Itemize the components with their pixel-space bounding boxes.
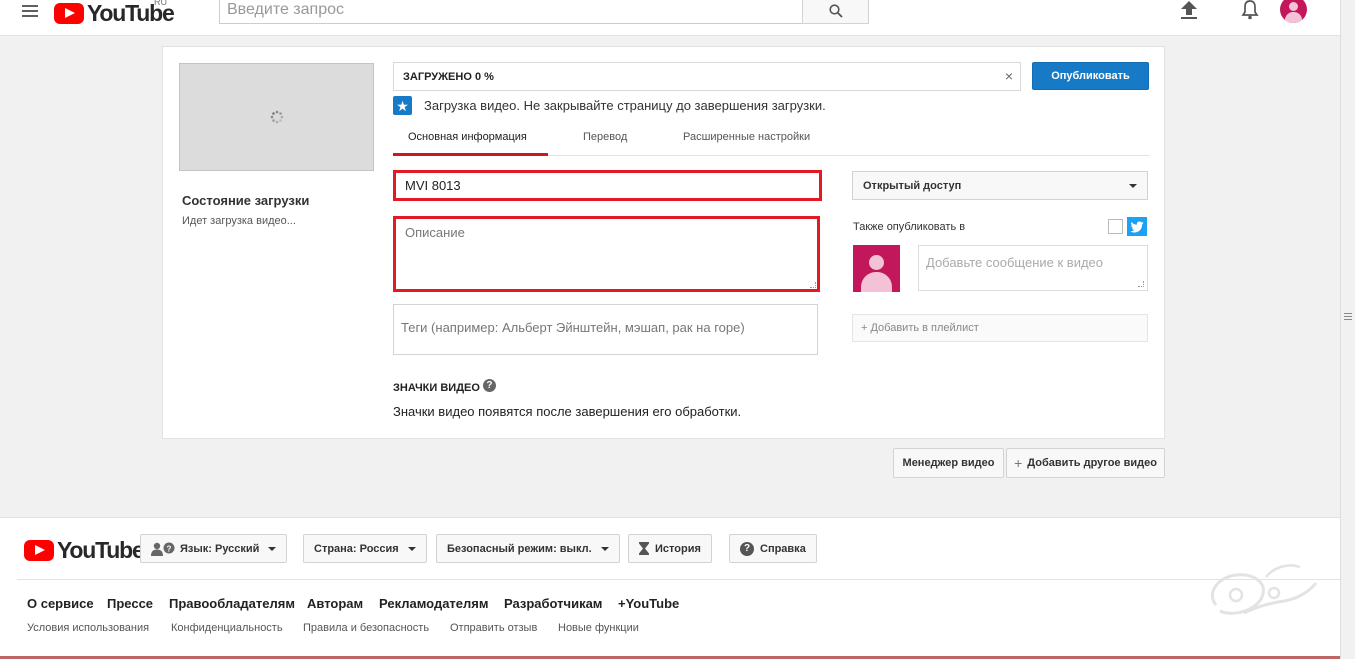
twitter-bird-icon [1130,221,1144,232]
description-textarea[interactable]: Описание [393,216,820,292]
hourglass-icon [639,542,649,555]
footer-link-copyright[interactable]: Правообладателям [169,596,295,611]
footer-link-new-features[interactable]: Новые функции [558,622,639,634]
add-another-label: Добавить другое видео [1027,457,1157,469]
footer-link-policy-safety[interactable]: Правила и безопасность [303,622,429,634]
upload-card: Состояние загрузки Идет загрузка видео..… [162,46,1165,439]
active-tab-indicator [393,153,548,156]
footer-link-plus-youtube[interactable]: +YouTube [618,596,679,611]
footer-youtube-logo[interactable]: YouTube [24,537,145,564]
help-label: Справка [760,542,806,555]
top-bar: YouTube RU Введите запрос [0,0,1340,36]
privacy-value: Открытый доступ [863,180,962,192]
thumbnails-heading: ЗНАЧКИ ВИДЕО? [393,379,496,394]
youtube-logo[interactable]: YouTube RU [54,0,175,27]
video-manager-button[interactable]: Менеджер видео [893,448,1004,478]
footer-link-terms[interactable]: Условия использования [27,622,149,634]
star-icon: ★ [393,96,412,115]
chevron-down-icon [407,546,416,551]
loading-spinner-icon [270,110,283,124]
menu-icon[interactable] [22,5,38,19]
footer: YouTube ? Язык: Русский Страна: Россия Б… [0,517,1340,659]
channel-avatar [853,245,900,292]
upload-tabs: Основная информация Перевод Расширенные … [393,129,1150,156]
tab-basic-info[interactable]: Основная информация [408,129,527,156]
add-another-video-button[interactable]: + Добавить другое видео [1006,448,1165,478]
safe-mode-select[interactable]: Безопасный режим: выкл. [436,534,620,563]
chevron-down-icon [268,546,277,551]
upload-icon[interactable] [1180,0,1198,20]
chevron-down-icon [1129,184,1137,188]
history-button[interactable]: История [628,534,712,563]
logo-region: RU [154,0,167,7]
scrollbar-grip[interactable] [1344,313,1352,322]
svg-text:?: ? [167,544,172,553]
upload-status-text: Идет загрузка видео... [182,215,296,227]
footer-link-feedback[interactable]: Отправить отзыв [450,622,537,634]
footer-divider [17,579,1340,580]
thumbnails-text: Значки видео появятся после завершения е… [393,404,742,419]
help-circle-icon: ? [740,541,754,556]
account-icon[interactable] [1280,0,1307,23]
history-label: История [655,542,701,555]
twitter-icon[interactable] [1127,217,1147,236]
video-thumbnail-placeholder [179,63,374,171]
add-to-playlist-button[interactable]: + Добавить в плейлист [852,314,1148,342]
cancel-upload-close-icon[interactable]: × [1005,69,1013,83]
upload-status-title: Состояние загрузки [182,193,310,208]
country-value: Страна: Россия [314,542,399,555]
bell-icon[interactable] [1241,0,1259,20]
youtube-play-icon [54,3,84,24]
chevron-down-icon [600,546,609,551]
footer-link-privacy[interactable]: Конфиденциальность [171,622,283,634]
language-select[interactable]: ? Язык: Русский [140,534,288,563]
footer-link-developers[interactable]: Разработчикам [504,596,602,611]
footer-link-creators[interactable]: Авторам [307,596,363,611]
footer-link-about[interactable]: О сервисе [27,596,94,611]
search-input[interactable]: Введите запрос [219,0,803,24]
tab-advanced-settings[interactable]: Расширенные настройки [683,129,810,156]
country-select[interactable]: Страна: Россия [303,534,427,563]
sovet-watermark-logo [1210,564,1318,615]
thumbnails-label: ЗНАЧКИ ВИДЕО [393,382,480,394]
page-scrollbar[interactable] [1340,0,1355,659]
upload-notice: Загрузка видео. Не закрывайте страницу д… [424,98,826,113]
language-value: Язык: Русский [180,542,260,555]
resize-grip-icon[interactable] [810,282,816,288]
search-icon [828,3,843,18]
help-icon[interactable]: ? [482,379,496,392]
tags-input[interactable]: Теги (например: Альберт Эйнштейн, мэшап,… [393,304,818,355]
youtube-play-icon [24,540,54,561]
twitter-share-checkbox[interactable] [1108,219,1123,234]
privacy-select[interactable]: Открытый доступ [852,171,1148,200]
share-message-input[interactable]: Добавьте сообщение к видео [918,245,1148,291]
video-title-input[interactable]: MVI 8013 [393,170,822,201]
progress-label: ЗАГРУЖЕНО 0 % [403,71,494,83]
publish-button[interactable]: Опубликовать [1032,62,1149,90]
footer-link-advertise[interactable]: Рекламодателям [379,596,488,611]
search-button[interactable] [802,0,869,24]
help-button[interactable]: ? Справка [729,534,817,563]
resize-grip-icon[interactable] [1138,281,1144,287]
footer-link-press[interactable]: Прессе [107,596,153,611]
also-publish-label: Также опубликовать в [853,221,966,233]
safe-mode-value: Безопасный режим: выкл. [447,542,592,555]
language-icon: ? [151,542,175,556]
footer-logo-text: YouTube [57,537,145,563]
plus-icon: + [1014,455,1023,471]
upload-progress-bar: ЗАГРУЖЕНО 0 % × [393,62,1021,91]
tab-translation[interactable]: Перевод [583,129,627,156]
